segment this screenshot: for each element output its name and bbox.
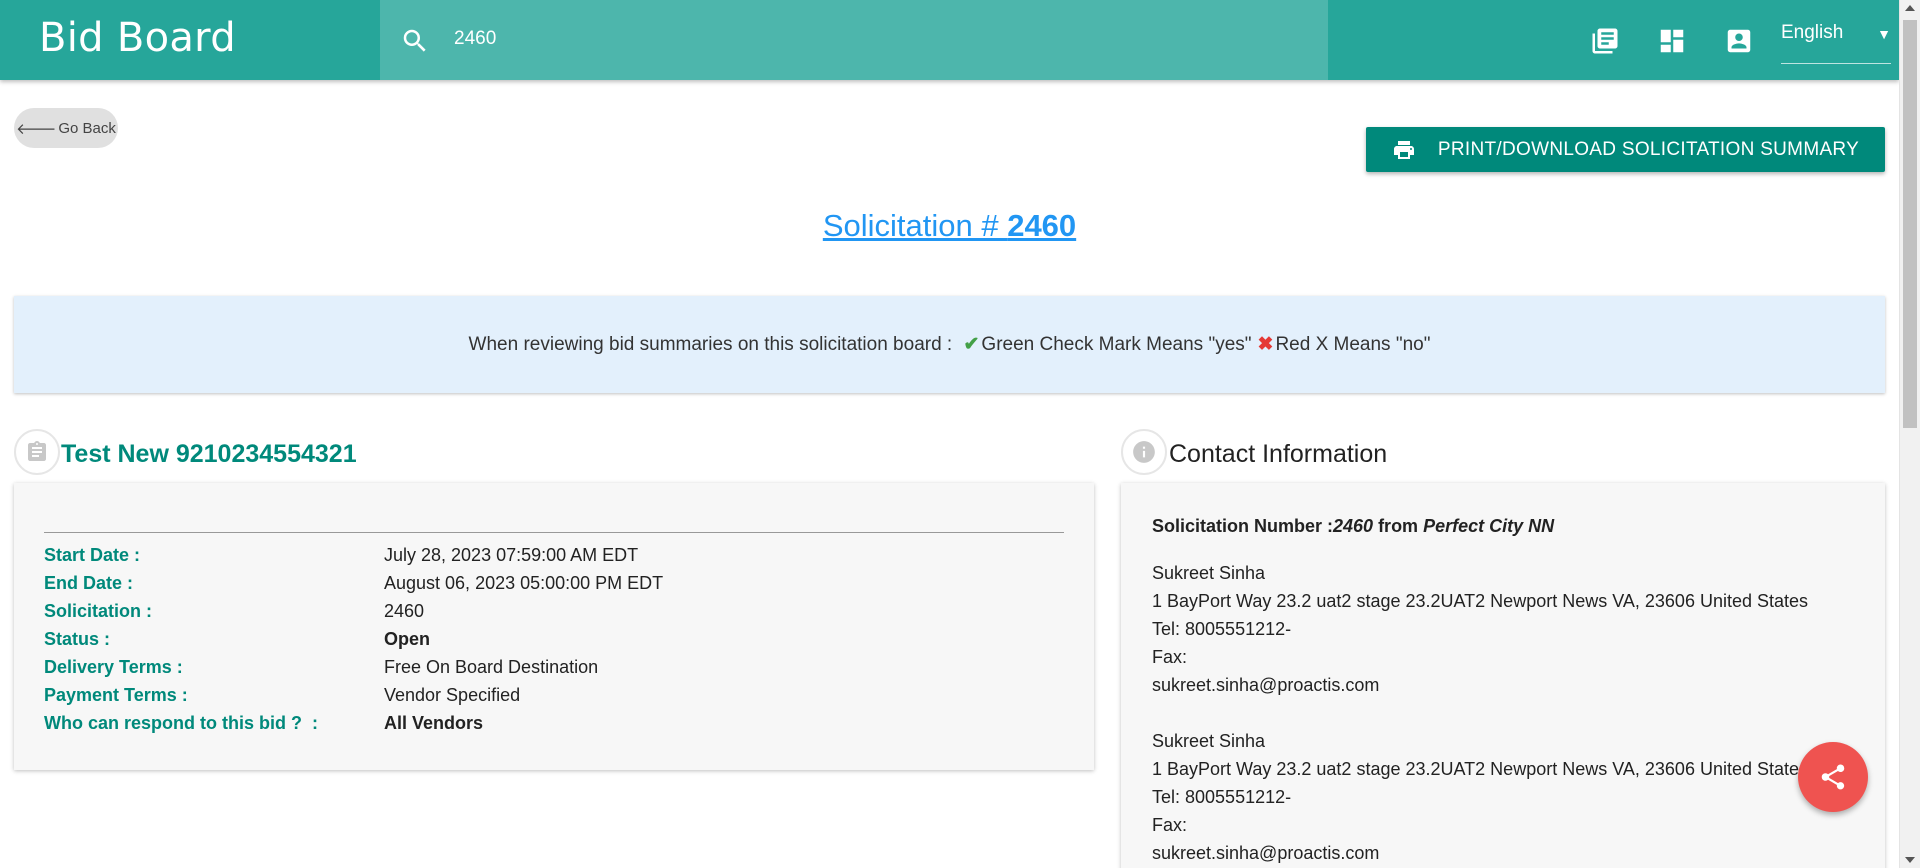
contact-email[interactable]: sukreet.sinha@proactis.com [1152,675,1379,696]
top-app-bar: Bid Board 2460 English ▼ [0,0,1899,80]
notice-lead: When reviewing bid summaries on this sol… [468,333,958,355]
legend-notice: When reviewing bid summaries on this sol… [14,296,1885,393]
solicitation-number: 2460 [1007,208,1077,243]
notice-x-text: Red X Means "no" [1275,333,1431,355]
detail-value: July 28, 2023 07:59:00 AM EDT [384,545,639,565]
contact-head-label: Solicitation Number : [1152,516,1334,536]
contact-name: Sukreet Sinha [1152,731,1266,751]
detail-label: Start Date : [44,545,141,565]
language-select[interactable]: English ▼ [1781,22,1891,64]
detail-label: Status : [44,629,111,649]
search-input[interactable]: 2460 [454,28,496,50]
scroll-up-arrow-icon[interactable] [1905,5,1915,11]
contact-head-from: from [1373,516,1424,536]
notice-check-text: Green Check Mark Means "yes" [981,333,1252,355]
dashboard-icon[interactable] [1657,26,1687,56]
solicitation-title-prefix: Solicitation # [822,208,1008,243]
account-box-icon[interactable] [1724,26,1754,56]
contact-address: 1 BayPort Way 23.2 uat2 stage 23.2UAT2 N… [1152,591,1809,611]
search-icon[interactable] [400,26,430,56]
detail-value: All Vendors [384,713,484,733]
status-value: Open [384,629,431,649]
contact-info-heading: Contact Information [1169,440,1388,468]
contact-name: Sukreet Sinha [1152,563,1266,583]
solicitation-details-card: Start Date : July 28, 2023 07:59:00 AM E… [14,483,1094,770]
contact-fax: Fax: [1152,815,1188,835]
detail-value: Free On Board Destination [384,657,599,677]
print-download-button[interactable]: PRINT/DOWNLOAD SOLICITATION SUMMARY [1366,127,1885,172]
detail-value: August 06, 2023 05:00:00 PM EDT [384,573,664,593]
print-button-label: PRINT/DOWNLOAD SOLICITATION SUMMARY [1437,138,1860,160]
go-back-label: Go Back [58,119,116,137]
contact-address: 1 BayPort Way 23.2 uat2 stage 23.2UAT2 N… [1152,759,1809,779]
page-title: Solicitation # 2460 [0,208,1899,244]
contact-email[interactable]: sukreet.sinha@proactis.com [1152,843,1379,864]
go-back-button[interactable]: 🡐 Go Back [14,108,118,148]
share-icon [1821,764,1845,790]
contact-info-card: Solicitation Number :2460 from Perfect C… [1121,483,1885,868]
contact-head-number: 2460 [1333,516,1374,536]
printer-icon [1393,140,1414,159]
arrow-left-icon: 🡐 [16,120,57,138]
detail-label: Who can respond to this bid ? : [44,713,318,733]
divider [44,532,1064,533]
detail-label: Solicitation : [44,601,152,621]
detail-label: Payment Terms : [44,685,188,705]
red-x-icon: ✖ [1257,334,1274,355]
contact-fax: Fax: [1152,647,1188,667]
library-books-icon[interactable] [1590,26,1620,56]
detail-label: End Date : [44,573,134,593]
scrollbar-thumb[interactable] [1903,20,1917,428]
detail-label: Delivery Terms : [44,657,183,677]
page-scrollbar[interactable] [1899,0,1920,868]
check-mark-icon: ✔ [963,334,980,355]
contact-tel: Tel: 8005551212- [1152,619,1292,639]
detail-value: 2460 [384,601,425,621]
search-bar[interactable]: 2460 [380,0,1328,80]
contact-tel: Tel: 8005551212- [1152,787,1292,807]
info-icon [1121,429,1167,475]
caret-down-icon: ▼ [1877,26,1891,42]
language-value: English [1781,22,1844,43]
scroll-down-arrow-icon[interactable] [1905,857,1915,863]
detail-value: Vendor Specified [384,685,521,705]
contact-solicitation-line: Solicitation Number :2460 from Perfect C… [1152,516,1554,537]
app-title[interactable]: Bid Board [39,15,236,61]
solicitation-title-link[interactable]: Solicitation # 2460 [823,208,1076,243]
contact-head-org: Perfect City NN [1423,516,1555,536]
clipboard-icon [14,429,60,475]
solicitation-name-heading: Test New 9210234554321 [61,440,357,468]
share-fab-button[interactable] [1798,742,1868,812]
